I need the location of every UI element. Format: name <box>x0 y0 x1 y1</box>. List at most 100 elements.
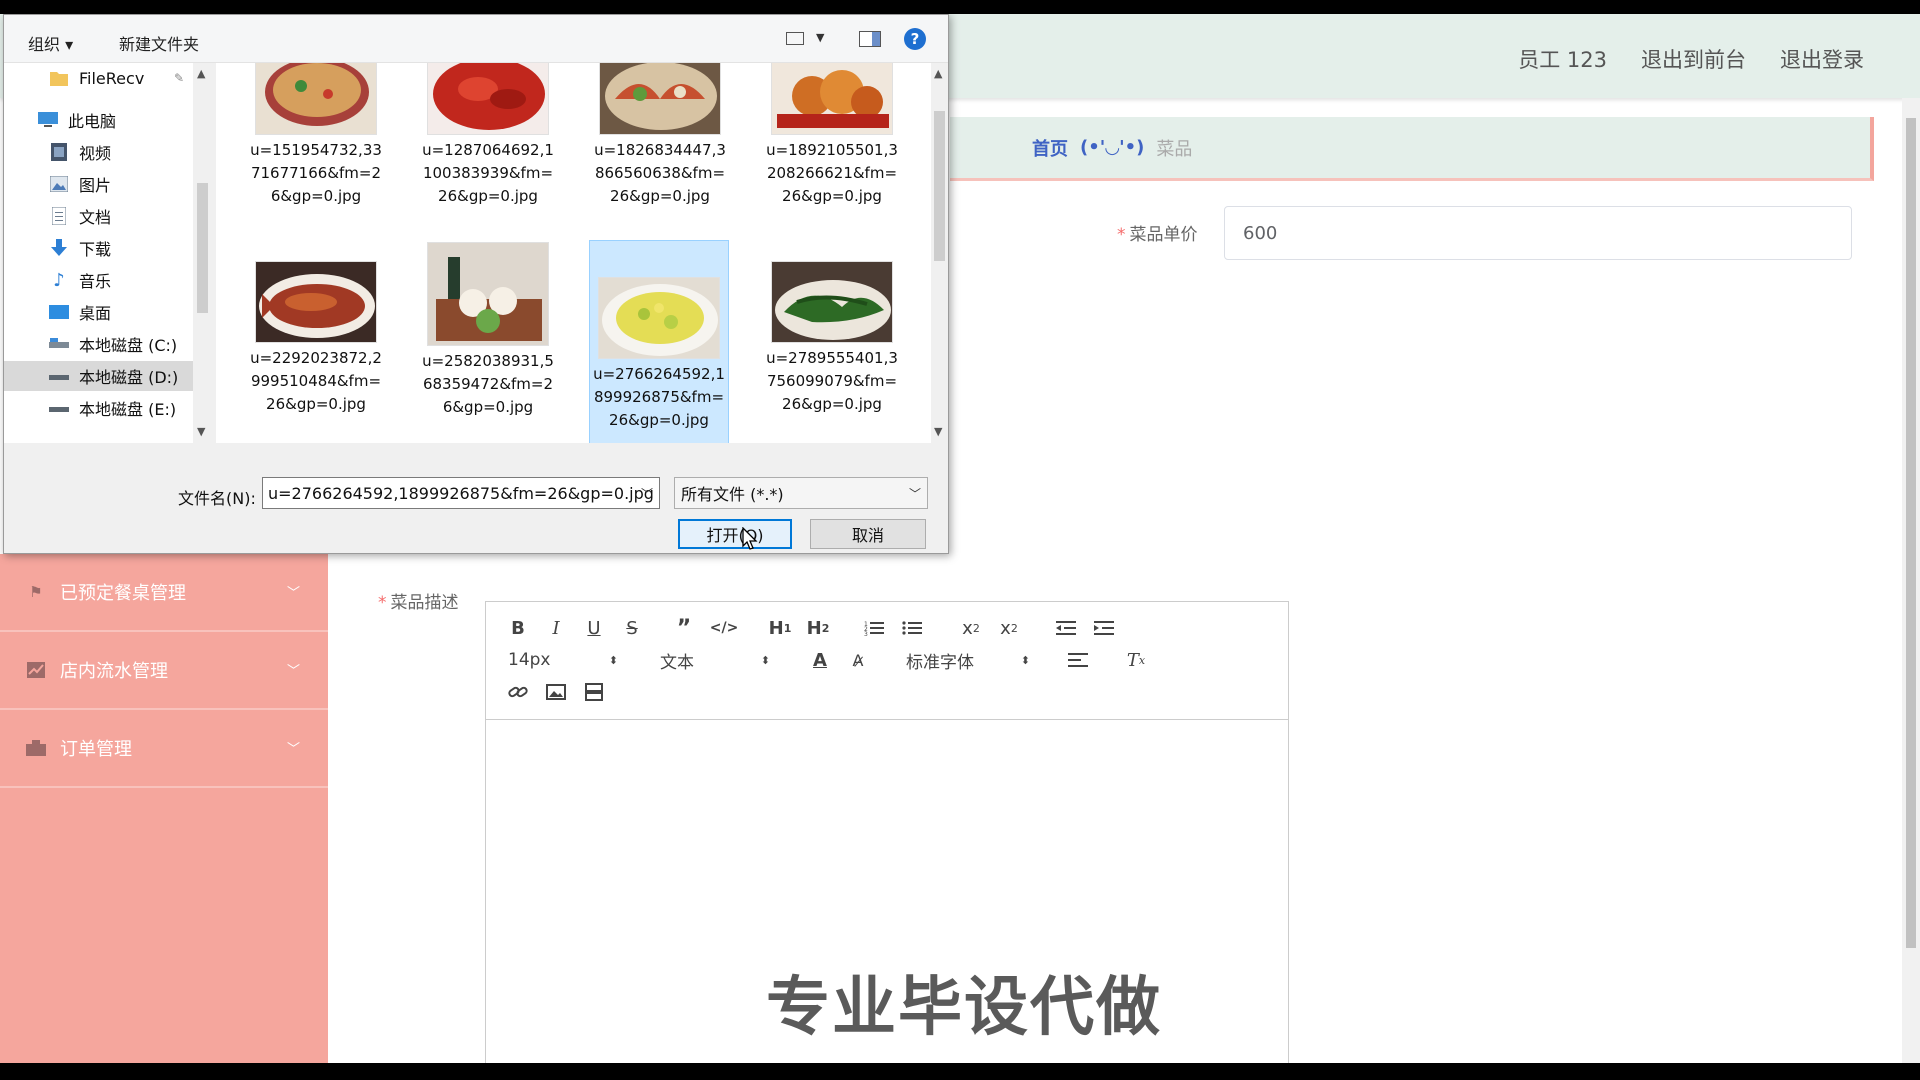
file-list-scrollbar-thumb[interactable] <box>934 111 945 261</box>
open-button[interactable]: 打开(O) <box>678 519 792 549</box>
bottom-letterbox <box>0 1063 1920 1080</box>
ordered-list-icon[interactable]: 123 <box>862 615 886 641</box>
navigation-pane: FileRecv ✎ 此电脑 视频 图片 文档 下载 ♪ 音乐 桌面 本地磁盘 … <box>4 63 212 443</box>
svg-text:3: 3 <box>864 631 868 636</box>
header-2-icon[interactable]: H2 <box>804 615 832 641</box>
price-input[interactable]: 600 <box>1224 206 1852 260</box>
file-name: u=1287064692,1100383939&fm=26&gp=0.jpg <box>422 141 554 205</box>
font-color-icon[interactable]: A <box>808 647 832 673</box>
file-thumbnail <box>599 63 721 135</box>
drive-icon <box>49 367 69 385</box>
chevron-down-icon: ﹀ <box>286 586 300 601</box>
nav-item-drive-d[interactable]: 本地磁盘 (D:) <box>4 361 194 391</box>
bold-icon[interactable]: B <box>506 615 530 641</box>
sidebar-item-label: 店内流水管理 <box>60 661 168 682</box>
page-scrollbar-thumb[interactable] <box>1906 118 1916 948</box>
file-item[interactable]: u=2292023872,2999510484&fm=26&gp=0.jpg <box>246 261 386 416</box>
header-1-icon[interactable]: H1 <box>766 615 794 641</box>
nav-scrollbar[interactable]: ▲ ▼ <box>193 63 212 443</box>
file-name: u=2766264592,1899926875&fm=26&gp=0.jpg <box>593 365 725 429</box>
file-thumbnail <box>427 242 549 346</box>
font-family-select[interactable]: 标准字体 ⬍ <box>906 647 1030 673</box>
documents-icon <box>49 207 69 225</box>
nav-item-filerecv[interactable]: FileRecv ✎ <box>4 63 194 93</box>
file-name: u=1826834447,3866560638&fm=26&gp=0.jpg <box>594 141 726 205</box>
link-icon[interactable] <box>506 679 530 705</box>
outdent-icon[interactable] <box>1054 615 1078 641</box>
sidebar-item-orders[interactable]: 订单管理 ﹀ <box>0 710 328 788</box>
underline-icon[interactable]: U <box>582 615 606 641</box>
file-item[interactable]: u=151954732,3371677166&fm=26&gp=0.jpg <box>246 63 386 208</box>
file-item[interactable]: u=1826834447,3866560638&fm=26&gp=0.jpg <box>590 63 730 208</box>
header-format-select[interactable]: 文本 ⬍ <box>660 647 770 673</box>
sidebar-item-store-flow[interactable]: 店内流水管理 ﹀ <box>0 632 328 710</box>
video-icon[interactable] <box>582 679 606 705</box>
nav-item-documents[interactable]: 文档 <box>4 201 194 231</box>
subscript-icon[interactable]: x2 <box>958 615 984 641</box>
desktop-icon <box>49 303 69 321</box>
chevron-down-icon[interactable]: ﹀ <box>641 485 653 502</box>
filename-input[interactable]: u=2766264592,1899926875&fm=26&gp=0.jpg ﹀ <box>262 477 660 509</box>
indent-icon[interactable] <box>1092 615 1116 641</box>
watermark-text: 专业毕设代做 <box>766 971 1162 1045</box>
file-list-scrollbar[interactable]: ▲ ▼ <box>931 63 948 443</box>
file-item-selected[interactable]: u=2766264592,1899926875&fm=26&gp=0.jpg <box>589 240 729 443</box>
scroll-up-icon[interactable]: ▲ <box>934 67 942 80</box>
header-menu: 员工 123 退出到前台 退出登录 <box>1518 44 1864 74</box>
flag-icon: ⚑ <box>29 583 43 601</box>
superscript-icon[interactable]: x2 <box>996 615 1022 641</box>
file-item[interactable]: u=2582038931,568359472&fm=26&gp=0.jpg <box>418 242 558 419</box>
clear-format-icon[interactable]: Tx <box>1124 647 1148 673</box>
bullet-list-icon[interactable] <box>900 615 924 641</box>
nav-item-pictures[interactable]: 图片 <box>4 169 194 199</box>
dialog-toolbar: 组织 ▾ 新建文件夹 ▼ ? <box>4 15 948 63</box>
scroll-down-icon[interactable]: ▼ <box>197 425 205 438</box>
exit-to-front-link[interactable]: 退出到前台 <box>1641 44 1746 74</box>
chevron-down-icon: ﹀ <box>908 486 921 501</box>
nav-item-music[interactable]: ♪ 音乐 <box>4 265 194 295</box>
background-color-icon[interactable]: A̷ <box>846 647 870 673</box>
organize-button[interactable]: 组织 ▾ <box>28 31 73 55</box>
scroll-down-icon[interactable]: ▼ <box>934 425 942 438</box>
editor-content[interactable]: 专业毕设代做 <box>486 720 1288 1063</box>
align-icon[interactable] <box>1066 647 1090 673</box>
editor-toolbar: B I U S ” </> H1 H2 123 x2 x2 14px ⬍ 文本 … <box>486 602 1288 720</box>
italic-icon[interactable]: I <box>544 615 568 641</box>
file-item[interactable]: u=2789555401,3756099079&fm=26&gp=0.jpg <box>762 261 902 416</box>
sidebar-item-label: 已预定餐桌管理 <box>60 583 186 604</box>
nav-scrollbar-thumb[interactable] <box>197 183 208 313</box>
file-item[interactable]: u=1892105501,3208266621&fm=26&gp=0.jpg <box>762 63 902 208</box>
preview-pane-icon[interactable] <box>859 31 881 47</box>
file-item[interactable]: u=1287064692,1100383939&fm=26&gp=0.jpg <box>418 63 558 208</box>
chevron-down-icon[interactable]: ▼ <box>816 31 824 44</box>
help-icon[interactable]: ? <box>904 28 926 50</box>
filetype-select[interactable]: 所有文件 (*.*) ﹀ <box>674 477 928 509</box>
nav-item-videos[interactable]: 视频 <box>4 137 194 167</box>
blockquote-icon[interactable]: ” <box>672 615 696 641</box>
nav-item-downloads[interactable]: 下载 <box>4 233 194 263</box>
strike-icon[interactable]: S <box>620 615 644 641</box>
logout-link[interactable]: 退出登录 <box>1780 44 1864 74</box>
breadcrumb-home[interactable]: 首页 <box>1032 135 1068 161</box>
nav-item-drive-e[interactable]: 本地磁盘 (E:) <box>4 393 194 423</box>
description-label: * 菜品描述 <box>378 593 459 613</box>
filetype-value: 所有文件 (*.*) <box>681 485 784 504</box>
new-folder-button[interactable]: 新建文件夹 <box>119 31 199 55</box>
nav-item-drive-c[interactable]: 本地磁盘 (C:) <box>4 329 194 359</box>
file-list: u=151954732,3371677166&fm=26&gp=0.jpg u=… <box>216 63 931 443</box>
breadcrumb: 首页 (•'◡'•) 菜品 <box>950 117 1874 181</box>
price-value: 600 <box>1243 222 1278 244</box>
drive-icon <box>49 335 69 353</box>
sidebar-item-reserved-tables[interactable]: ⚑ 已预定餐桌管理 ﹀ <box>0 554 328 632</box>
page-scrollbar[interactable] <box>1902 98 1920 1063</box>
nav-item-this-pc[interactable]: 此电脑 <box>4 105 194 135</box>
scroll-up-icon[interactable]: ▲ <box>197 67 205 80</box>
image-icon[interactable] <box>544 679 568 705</box>
code-block-icon[interactable]: </> <box>710 615 739 641</box>
nav-item-desktop[interactable]: 桌面 <box>4 297 194 327</box>
font-size-select[interactable]: 14px ⬍ <box>508 647 618 673</box>
download-icon <box>49 239 69 257</box>
cancel-button[interactable]: 取消 <box>810 519 926 549</box>
file-name: u=2582038931,568359472&fm=26&gp=0.jpg <box>422 352 554 416</box>
view-mode-icon[interactable] <box>786 32 804 45</box>
